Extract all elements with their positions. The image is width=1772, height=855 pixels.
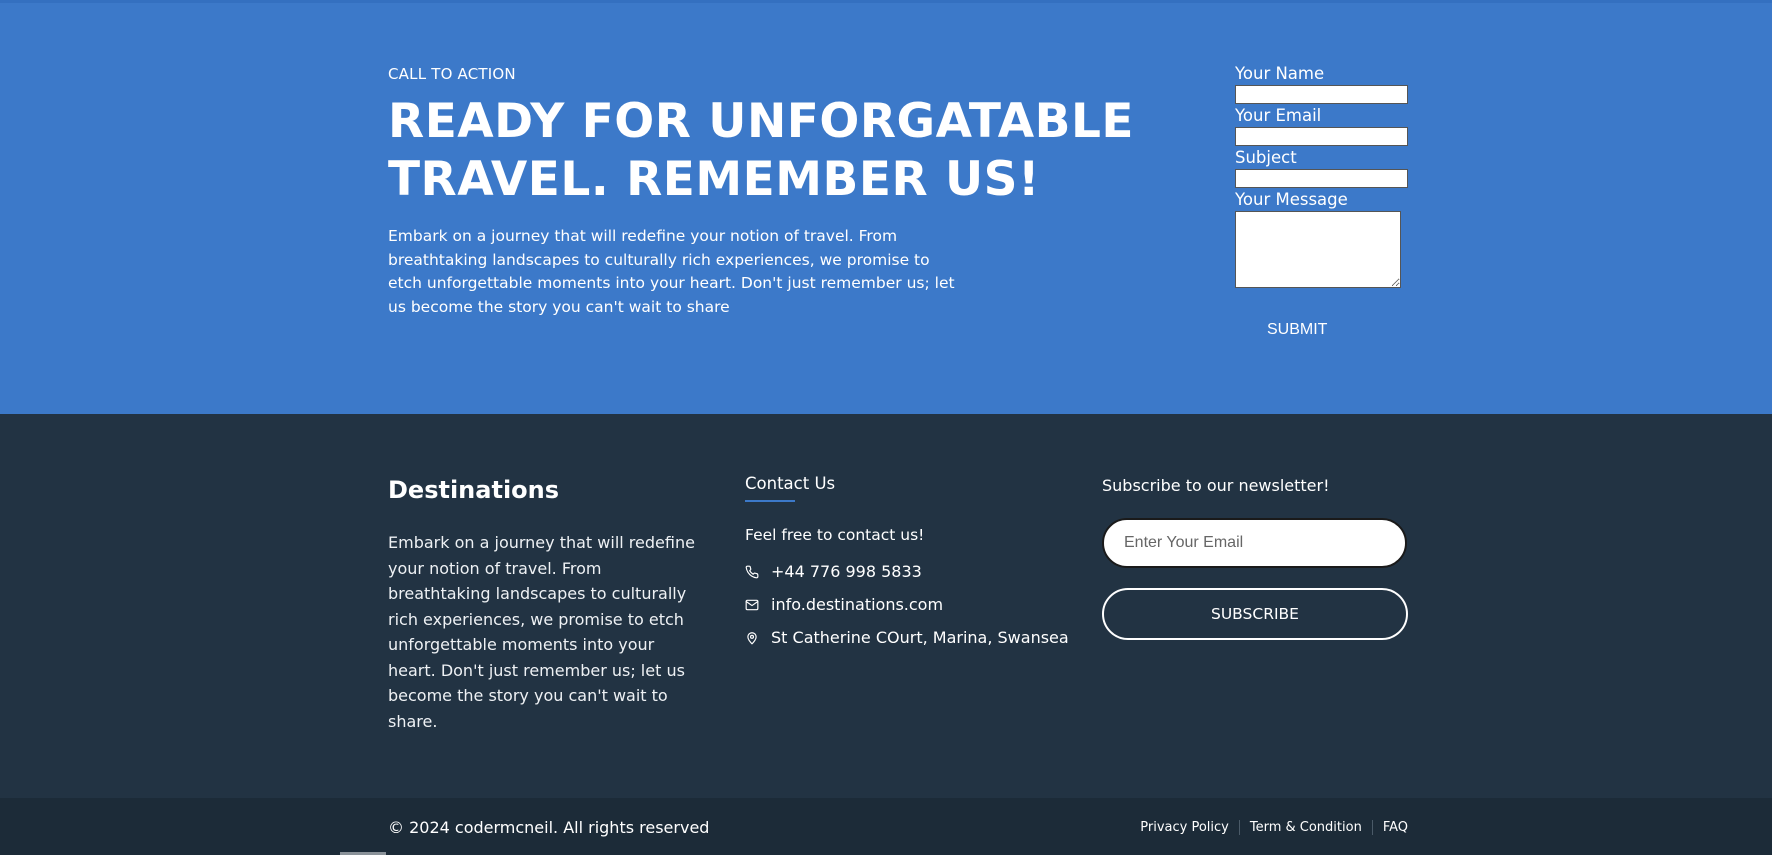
- contact-intro: Feel free to contact us!: [745, 526, 925, 544]
- submit-button[interactable]: SUBMIT: [1267, 321, 1327, 339]
- cta-section: CALL TO ACTION READY FOR UNFORGATABLE TR…: [0, 0, 1772, 414]
- message-field[interactable]: [1235, 211, 1401, 288]
- contact-email[interactable]: info.destinations.com: [745, 595, 943, 614]
- legal-links: Privacy Policy Term & Condition FAQ: [1140, 820, 1408, 835]
- newsletter-email-input[interactable]: [1102, 518, 1407, 568]
- footer: Destinations Embark on a journey that wi…: [0, 414, 1772, 798]
- faq-link[interactable]: FAQ: [1371, 820, 1408, 835]
- footer-brand: Destinations: [388, 476, 560, 504]
- contact-title-underline: [745, 500, 795, 502]
- email-label: Your Email: [1235, 106, 1322, 125]
- cta-description: Embark on a journey that will redefine y…: [388, 227, 955, 316]
- contact-phone-text: +44 776 998 5833: [771, 562, 922, 581]
- phone-icon: [745, 565, 759, 579]
- bottom-bar: © 2024 codermcneil. All rights reserved …: [0, 798, 1772, 855]
- subscribe-button[interactable]: SUBSCRIBE: [1102, 588, 1408, 640]
- contact-phone[interactable]: +44 776 998 5833: [745, 562, 922, 581]
- subject-label: Subject: [1235, 148, 1297, 167]
- copyright: © 2024 codermcneil. All rights reserved: [388, 818, 710, 837]
- contact-address: St Catherine COurt, Marina, Swansea: [745, 628, 1069, 647]
- name-field[interactable]: [1235, 85, 1408, 104]
- contact-form: Your Name Your Email Subject Your Messag…: [1235, 63, 1410, 338]
- footer-description: Embark on a journey that will redefine y…: [388, 533, 695, 731]
- envelope-icon: [745, 598, 759, 612]
- message-label: Your Message: [1235, 190, 1348, 209]
- contact-title: Contact Us: [745, 474, 836, 493]
- email-field[interactable]: [1235, 127, 1408, 146]
- contact-email-text: info.destinations.com: [771, 595, 944, 614]
- newsletter-title: Subscribe to our newsletter!: [1102, 476, 1330, 495]
- subject-field[interactable]: [1235, 169, 1408, 188]
- contact-address-text: St Catherine COurt, Marina, Swansea: [771, 628, 1069, 647]
- name-label: Your Name: [1235, 64, 1325, 83]
- terms-link[interactable]: Term & Condition: [1238, 820, 1372, 835]
- map-pin-icon: [745, 631, 759, 645]
- privacy-policy-link[interactable]: Privacy Policy: [1140, 820, 1239, 835]
- cta-title: READY FOR UNFORGATABLE TRAVEL. REMEMBER …: [388, 94, 1134, 207]
- cta-eyebrow: CALL TO ACTION: [388, 65, 516, 83]
